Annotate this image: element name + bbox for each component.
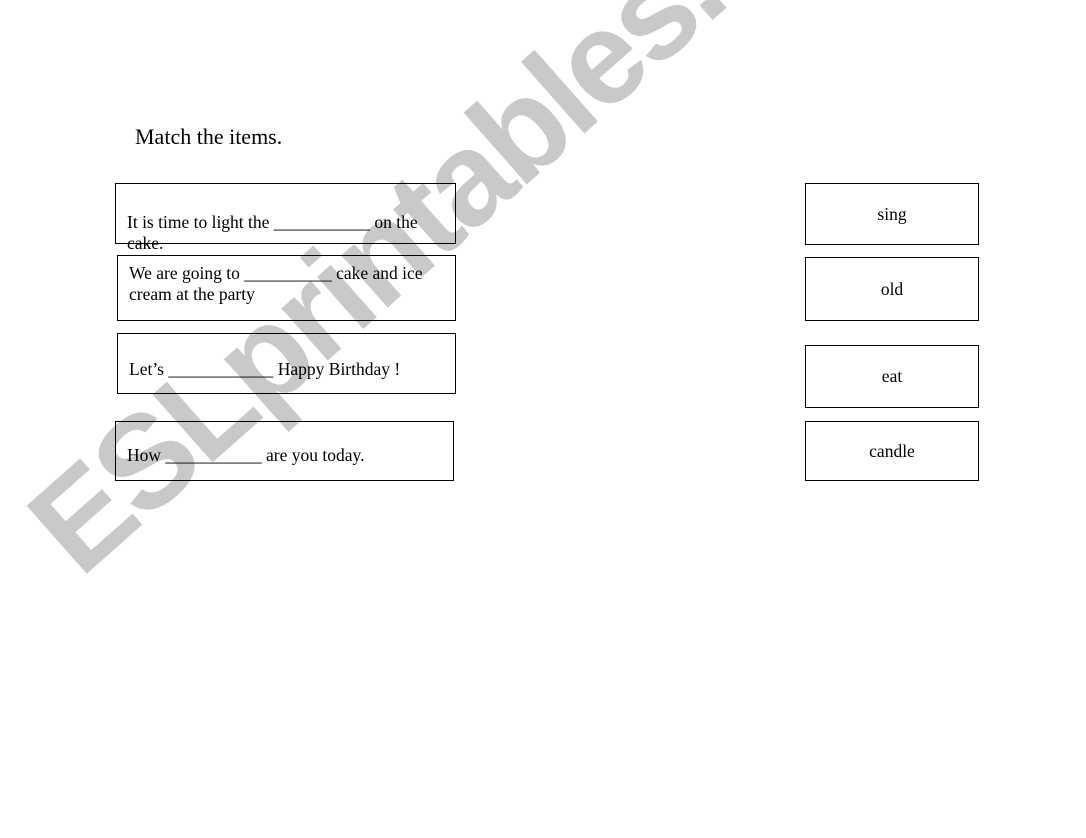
prompt-box[interactable]: Let’s ____________ Happy Birthday ! bbox=[117, 333, 456, 394]
answer-text: candle bbox=[869, 440, 915, 461]
answer-box[interactable]: sing bbox=[805, 183, 979, 245]
prompt-box[interactable]: How ___________ are you today. bbox=[115, 421, 454, 481]
answer-box[interactable]: candle bbox=[805, 421, 979, 481]
prompt-box[interactable]: We are going to __________ cake and ice … bbox=[117, 255, 456, 321]
answer-box[interactable]: old bbox=[805, 257, 979, 321]
prompt-box[interactable]: It is time to light the ___________ on t… bbox=[115, 183, 456, 253]
answer-box[interactable]: eat bbox=[805, 345, 979, 408]
answer-text: eat bbox=[881, 366, 903, 386]
answer-text: old bbox=[880, 278, 904, 299]
worksheet-page: Match the items. It is time to light the… bbox=[0, 0, 1086, 838]
prompt-text: It is time to light the ___________ on t… bbox=[127, 212, 418, 253]
prompt-text: How ___________ are you today. bbox=[127, 445, 365, 465]
prompt-text: We are going to __________ cake and ice … bbox=[129, 263, 423, 304]
answer-text: sing bbox=[877, 203, 907, 224]
page-title: Match the items. bbox=[135, 124, 283, 149]
prompt-text: Let’s ____________ Happy Birthday ! bbox=[129, 359, 401, 379]
